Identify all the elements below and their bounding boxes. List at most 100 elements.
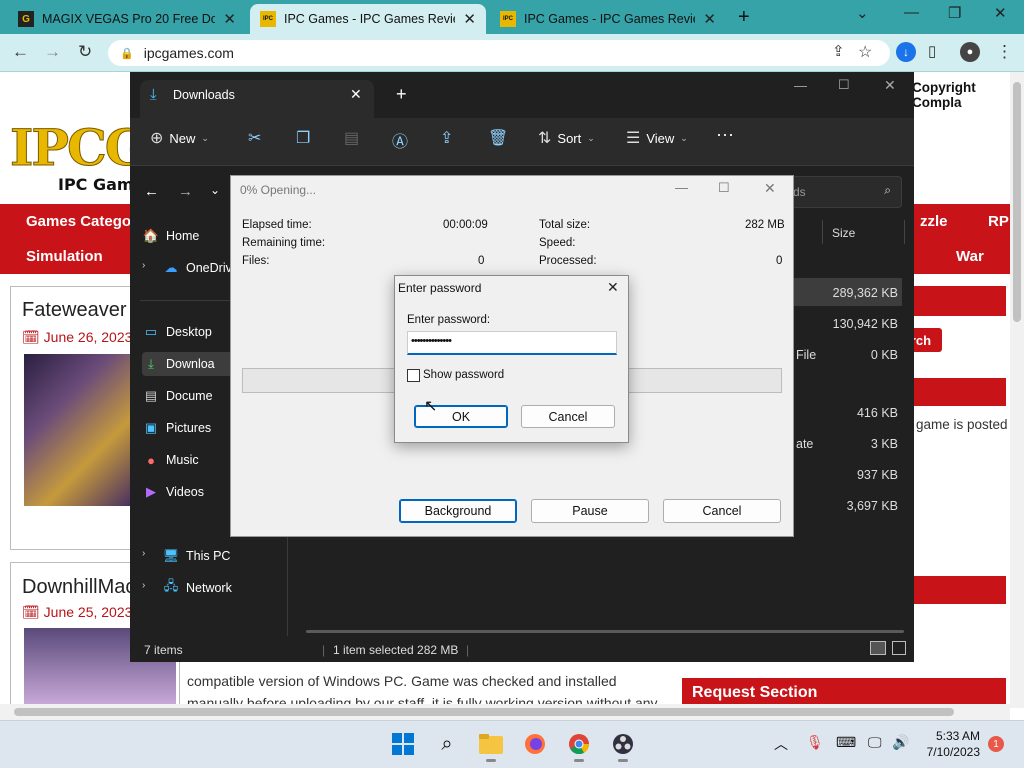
opening-maximize-icon[interactable]: ☐ [718,180,730,196]
view-button[interactable]: ☰ View ⌄ [626,128,688,148]
explorer-close-icon[interactable]: ✕ [884,77,896,94]
show-password-checkbox[interactable] [407,369,420,382]
back-icon[interactable]: ← [12,42,29,62]
tab-close-icon[interactable]: ✕ [463,10,476,28]
taskbar-clock[interactable]: 5:33 AM 7/10/2023 [926,728,980,760]
sort-button[interactable]: ⇅ Sort ⌄ [538,128,595,148]
expand-chevron-icon[interactable]: › [142,548,145,559]
explorer-maximize-icon[interactable]: ☐ [838,77,850,93]
firefox-icon[interactable] [522,731,548,757]
download-icon[interactable]: ↓ [896,42,916,62]
address-bar[interactable]: 🔒 ipcgames.com [108,40,890,66]
share-button[interactable]: ⇪ [440,128,453,148]
trash-icon: 🗑 [488,130,509,147]
file-list-scrollbar[interactable] [306,630,904,633]
microphone-icon[interactable]: 🎙 [806,734,824,751]
explorer-search-input[interactable]: ds ⌕ [778,176,902,208]
paste-button[interactable]: ▤ [344,128,359,148]
windows-start-icon[interactable] [390,731,416,757]
password-input[interactable]: •••••••••••••• [407,331,617,355]
volume-icon[interactable]: 🔊 [892,734,909,751]
more-options-icon[interactable]: ··· [716,124,734,145]
nav-label: Network [186,581,232,595]
keyboard-icon[interactable]: ⌨ [836,734,856,751]
page-scrollbar-vertical[interactable] [1010,72,1024,708]
file-size: 130,942 KB [832,317,898,331]
nav-label: Downloa [166,357,215,371]
tab-close-icon[interactable]: ✕ [223,10,236,28]
explorer-new-tab-icon[interactable]: + [396,84,407,105]
delete-button[interactable]: 🗑 [488,128,508,148]
nav-simulation[interactable]: Simulation [26,248,103,265]
reload-icon[interactable]: ↻ [78,42,92,62]
maximize-icon[interactable]: ❐ [948,4,961,22]
share-icon[interactable]: ⇪ [832,42,845,60]
details-view-icon[interactable] [870,641,886,655]
explorer-back-icon[interactable]: ← [144,183,159,200]
tab-close-icon[interactable]: ✕ [703,10,716,28]
copyright-link[interactable]: Copyright Compla [912,80,1024,110]
expand-chevron-icon[interactable]: › [142,260,145,271]
nav-network[interactable]: 🖧 Network [162,576,288,600]
share-icon: ⇪ [440,130,454,147]
site-logo[interactable]: IPCG [9,118,147,178]
show-password-label[interactable]: Show password [423,369,504,381]
nav-war[interactable]: War [956,248,984,265]
obs-icon[interactable] [610,731,636,757]
password-cancel-button[interactable]: Cancel [521,405,615,428]
running-indicator [486,759,496,762]
file-size: 3,697 KB [846,499,898,513]
status-separator: | [466,643,470,657]
password-dialog-close-icon[interactable]: ✕ [607,279,619,296]
forward-icon[interactable]: → [44,42,61,62]
nav-rpg[interactable]: RP [988,213,1009,230]
bookmark-star-icon[interactable]: ☆ [858,42,872,62]
tab-search-icon[interactable]: ⌄ [856,4,869,22]
cut-button[interactable]: ✂ [248,128,261,148]
chevron-down-icon: ⌄ [201,132,209,143]
new-tab-icon[interactable]: + [738,6,750,29]
pause-button[interactable]: Pause [531,499,649,523]
post-date: 🗓 June 26, 2023 [22,329,133,345]
expand-chevron-icon[interactable]: › [142,580,145,591]
nav-puzzle[interactable]: zzle [920,213,948,230]
tray-chevron-up-icon[interactable]: ︿ [774,734,788,754]
post-title[interactable]: DownhillMac [22,576,135,599]
recent-locations-icon[interactable]: ⌄ [210,183,220,197]
post-thumbnail[interactable] [24,354,130,506]
sidebar-icon[interactable]: ▯ [928,42,936,60]
minimize-icon[interactable]: — [904,4,919,21]
explorer-tab-close-icon[interactable]: ✕ [350,86,362,103]
nav-this-pc[interactable]: 🖥 This PC [162,544,288,568]
browser-tab-2[interactable]: IPC IPC Games - IPC Games Reviews ✕ [250,4,486,34]
explorer-forward-icon[interactable]: → [178,183,193,200]
opening-minimize-icon[interactable]: — [675,180,688,195]
close-window-icon[interactable]: ✕ [994,4,1007,22]
nav-label: Home [166,229,200,243]
opening-cancel-button[interactable]: Cancel [663,499,781,523]
tab-title: IPC Games - IPC Games Reviews [524,12,695,26]
background-button[interactable]: Background [399,499,517,523]
tiles-view-icon[interactable] [892,641,906,655]
opening-close-icon[interactable]: ✕ [764,180,776,197]
nav-label: Videos [166,485,204,499]
menu-kebab-icon[interactable]: ⋮ [996,42,1013,62]
rename-button[interactable]: Ⓐ [392,128,408,152]
notification-badge[interactable]: 1 [988,736,1004,752]
profile-avatar-icon[interactable]: ● [960,42,980,62]
search-icon[interactable]: ⌕ [434,731,460,757]
page-scrollbar-horizontal[interactable] [0,704,1010,720]
browser-tab-3[interactable]: IPC IPC Games - IPC Games Reviews ✕ [490,4,726,34]
new-button[interactable]: ⊕ New ⌄ [150,128,209,148]
copy-icon: ❐ [296,130,311,147]
chrome-icon[interactable] [566,731,592,757]
network-tray-icon[interactable]: 🖵 [868,734,882,751]
post-title[interactable]: Fateweaver T [22,299,144,322]
nav-label: Pictures [166,421,212,435]
browser-tab-1[interactable]: G MAGIX VEGAS Pro 20 Free Down ✕ [8,4,246,34]
copy-button[interactable]: ❐ [296,128,310,148]
explorer-minimize-icon[interactable]: — [794,78,807,93]
column-header-size[interactable]: Size [832,226,855,240]
plus-circle-icon: ⊕ [150,130,164,147]
file-explorer-icon[interactable] [478,731,504,757]
